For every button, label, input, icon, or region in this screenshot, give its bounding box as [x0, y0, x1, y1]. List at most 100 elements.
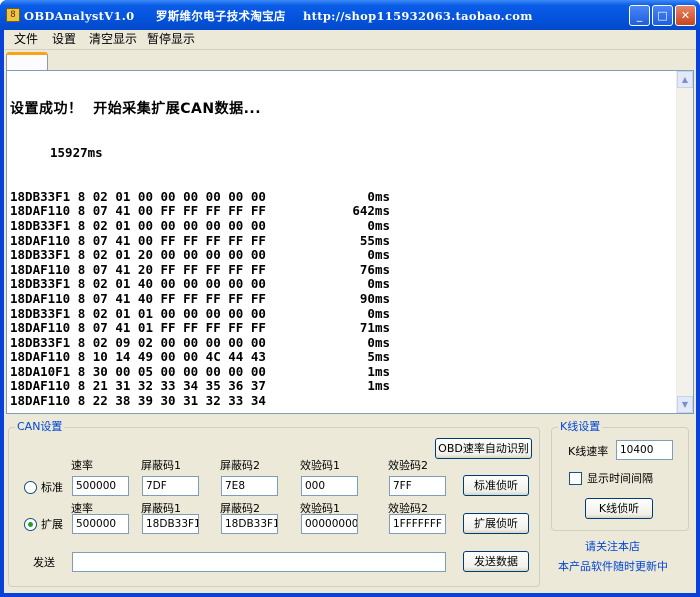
- ext-check2-input[interactable]: 1FFFFFFF: [389, 514, 446, 534]
- log-first-time: 15927ms: [50, 144, 103, 160]
- close-button[interactable]: ✕: [675, 5, 696, 26]
- standard-radio[interactable]: [24, 481, 37, 494]
- menu-bar: 文件 设置 清空显示 暂停显示: [4, 30, 696, 50]
- std-rate-input[interactable]: 500000: [72, 476, 129, 496]
- window-title: OBDAnalystV1.0 罗斯维尔电子技术淘宝店 http://shop11…: [24, 9, 533, 23]
- log-frame: 18DB33F1 8 02 01 40 00 00 00 00 00: [10, 276, 266, 292]
- software-update-text: 本产品软件随时更新中: [558, 560, 668, 573]
- k-rate-label: K线速率: [568, 445, 609, 458]
- app-window: 8 OBDAnalystV1.0 罗斯维尔电子技术淘宝店 http://shop…: [0, 0, 700, 597]
- log-frame: 18DB33F1 8 02 01 01 00 00 00 00 00: [10, 305, 266, 321]
- std-rate-label: 速率: [71, 459, 93, 472]
- log-frame: 18DB33F1 8 02 01 00 00 00 00 00 00: [10, 217, 266, 233]
- can-settings-group: CAN设置 OBD速率自动识别 速率 屏蔽码1 屏蔽码2 效验码1 效验码2 标…: [8, 420, 540, 587]
- log-content: 设置成功！ 开始采集扩展CAN数据... 15927ms 18DB33F1 8 …: [10, 73, 390, 438]
- log-line: 18DB33F1 8 02 01 40 00 00 00 00 00 0ms: [10, 276, 390, 292]
- log-time: 0ms: [367, 305, 390, 321]
- log-time: 642ms: [352, 203, 390, 219]
- show-interval-label: 显示时间间隔: [587, 472, 653, 485]
- k-group-label: K线设置: [558, 420, 603, 434]
- extended-listen-button[interactable]: 扩展侦听: [463, 513, 529, 534]
- k-line-settings-group: K线设置 K线速率 10400 显示时间间隔 K线侦听: [551, 420, 689, 531]
- menu-clear-display[interactable]: 清空显示: [85, 32, 141, 47]
- std-check2-label: 效验码2: [388, 459, 428, 472]
- log-line: 18DAF110 8 21 31 32 33 34 35 36 37 1ms: [10, 378, 390, 394]
- log-time: 76ms: [359, 261, 390, 277]
- menu-file[interactable]: 文件: [10, 32, 42, 47]
- log-time: 0ms: [367, 247, 390, 263]
- log-time: 1ms: [367, 378, 390, 394]
- log-line: 18DA10F1 8 30 00 05 00 00 00 00 00 1ms: [10, 363, 390, 380]
- log-line: 18DB33F1 8 02 01 01 00 00 00 00 00 0ms: [10, 305, 390, 322]
- std-mask2-label: 屏蔽码2: [220, 459, 260, 472]
- log-frame: 18DAF110 8 07 41 01 FF FF FF FF FF: [10, 320, 266, 336]
- log-time: 90ms: [359, 290, 390, 306]
- send-data-button[interactable]: 发送数据: [463, 551, 529, 572]
- window-bottom-border: [0, 593, 700, 597]
- ext-mask2-input[interactable]: 18DB33F1: [221, 514, 278, 534]
- std-mask1-label: 屏蔽码1: [141, 459, 181, 472]
- scroll-down-icon[interactable]: ▼: [677, 396, 693, 413]
- app-icon: 8: [6, 8, 20, 22]
- std-check1-input[interactable]: 000: [301, 476, 358, 496]
- maximize-button[interactable]: □: [652, 5, 673, 26]
- extended-radio[interactable]: [24, 518, 37, 531]
- send-data-input[interactable]: [72, 552, 446, 572]
- standard-radio-label: 标准: [41, 481, 63, 494]
- log-time: 1ms: [367, 363, 390, 379]
- log-frame: 18DB33F1 8 02 01 00 00 00 00 00 00: [10, 188, 266, 204]
- follow-store-text: 请关注本店: [585, 540, 640, 553]
- std-check1-label: 效验码1: [300, 459, 340, 472]
- client-area: 文件 设置 清空显示 暂停显示 设置成功！ 开始采集扩展CAN数据... 159…: [4, 30, 696, 593]
- log-line: 18DAF110 8 07 41 01 FF FF FF FF FF 71ms: [10, 320, 390, 336]
- log-line: 18DB33F1 8 02 01 20 00 00 00 00 00 0ms: [10, 247, 390, 263]
- log-time: 0ms: [367, 217, 390, 233]
- log-frame: 18DAF110 8 10 14 49 00 00 4C 44 43: [10, 349, 266, 365]
- log-frame: 18DAF110 8 07 41 00 FF FF FF FF FF: [10, 203, 266, 219]
- ext-check1-input[interactable]: 00000000: [301, 514, 358, 534]
- std-mask1-input[interactable]: 7DF: [142, 476, 199, 496]
- log-line: 18DAF110 8 07 41 00 FF FF FF FF FF 55ms: [10, 232, 390, 249]
- log-line: 18DAF110 8 07 41 40 FF FF FF FF FF 90ms: [10, 290, 390, 307]
- title-bar[interactable]: 8 OBDAnalystV1.0 罗斯维尔电子技术淘宝店 http://shop…: [0, 0, 700, 30]
- std-check2-input[interactable]: 7FF: [389, 476, 446, 496]
- send-label: 发送: [33, 556, 55, 569]
- ext-mask1-input[interactable]: 18DB33F1: [142, 514, 199, 534]
- log-line: 18DAF110 8 10 14 49 00 00 4C 44 43 5ms: [10, 349, 390, 365]
- log-frame: 18DB33F1 8 02 01 20 00 00 00 00 00: [10, 247, 266, 263]
- vertical-scrollbar[interactable]: ▲ ▼: [676, 71, 693, 413]
- log-line: 18DB33F1 8 02 09 02 00 00 00 00 00 0ms: [10, 334, 390, 351]
- log-lines: 18DB33F1 8 02 01 00 00 00 00 00 00 0ms 18D…: [10, 188, 390, 409]
- log-time: 71ms: [359, 320, 390, 336]
- k-line-listen-button[interactable]: K线侦听: [585, 498, 653, 519]
- log-frame: 18DAF110 8 07 41 20 FF FF FF FF FF: [10, 261, 266, 277]
- can-group-label: CAN设置: [15, 420, 65, 434]
- log-time: 55ms: [359, 232, 390, 248]
- log-line: 18DAF110 8 22 38 39 30 31 32 33 34: [10, 393, 266, 409]
- scroll-up-icon[interactable]: ▲: [677, 71, 693, 88]
- log-frame: 18DB33F1 8 02 09 02 00 00 00 00 00: [10, 334, 266, 350]
- log-frame: 18DAF110 8 22 38 39 30 31 32 33 34: [10, 393, 266, 409]
- log-frame: 18DA10F1 8 30 00 05 00 00 00 00 00: [10, 363, 266, 379]
- extended-radio-label: 扩展: [41, 518, 63, 531]
- menu-settings[interactable]: 设置: [48, 32, 80, 47]
- log-time: 0ms: [367, 334, 390, 350]
- log-frame: 18DAF110 8 21 31 32 33 34 35 36 37: [10, 378, 266, 394]
- log-frame: 18DAF110 8 07 41 00 FF FF FF FF FF: [10, 232, 266, 248]
- log-time: 0ms: [367, 276, 390, 292]
- minimize-button[interactable]: _: [629, 5, 650, 26]
- log-line: 18DB33F1 8 02 01 00 00 00 00 00 00 0ms: [10, 217, 390, 234]
- menu-pause-display[interactable]: 暂停显示: [143, 32, 199, 47]
- show-interval-checkbox[interactable]: [569, 472, 582, 485]
- log-time: 5ms: [367, 349, 390, 365]
- log-header: 设置成功！ 开始采集扩展CAN数据...: [10, 101, 262, 118]
- obd-auto-detect-button[interactable]: OBD速率自动识别: [435, 438, 532, 459]
- ext-rate-input[interactable]: 500000: [72, 514, 129, 534]
- log-frame: 18DAF110 8 07 41 40 FF FF FF FF FF: [10, 290, 266, 306]
- std-mask2-input[interactable]: 7E8: [221, 476, 278, 496]
- log-time: 0ms: [367, 188, 390, 204]
- standard-listen-button[interactable]: 标准侦听: [463, 475, 529, 496]
- log-line: 18DAF110 8 07 41 00 FF FF FF FF FF 642ms: [10, 203, 390, 219]
- k-rate-input[interactable]: 10400: [616, 440, 673, 460]
- log-textbox[interactable]: 设置成功！ 开始采集扩展CAN数据... 15927ms 18DB33F1 8 …: [6, 70, 694, 414]
